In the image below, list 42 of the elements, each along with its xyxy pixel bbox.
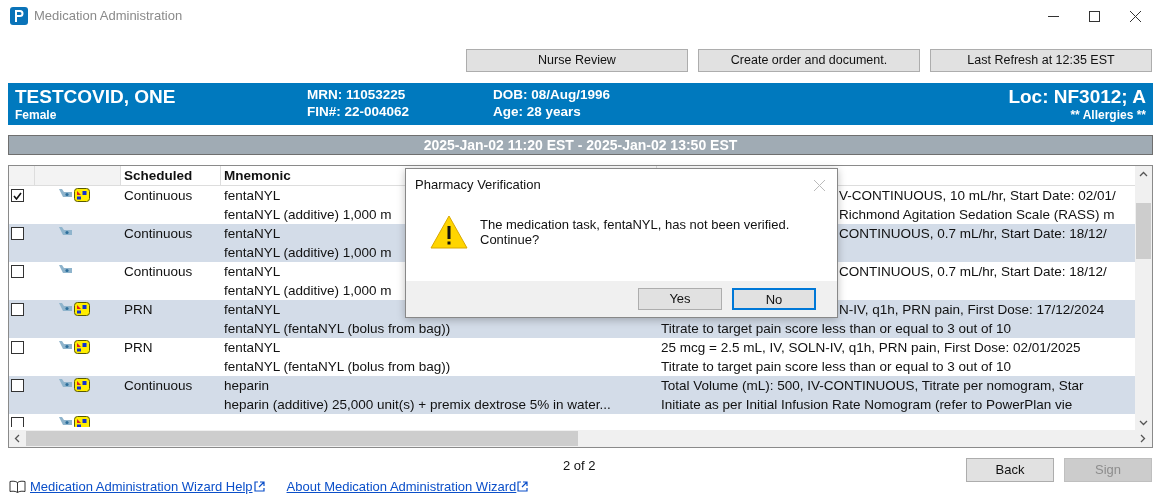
mnemonic-text: fentaNYL (224, 301, 281, 319)
schedule-cell: Continuous (124, 378, 193, 393)
patient-age: Age: 28 years (493, 103, 582, 120)
allergies-label: ** Allergies ** (1070, 108, 1146, 122)
patient-location: Loc: NF3012; A (1008, 86, 1146, 108)
patient-dob: DOB: 08/Aug/1996 (493, 86, 611, 103)
order-details-text: Total Volume (mL): 500, IV-CONTINUOUS, Titrate per nomogram, Star (661, 377, 1084, 395)
mnemonic-text: fentaNYL (224, 263, 281, 281)
mnemonic-text: fentaNYL (additive) 1,000 m (224, 282, 392, 300)
order-details-text: CONTINUOUS, 0.7 mL/hr, Start Date: 18/12/ (839, 263, 1107, 281)
mnemonic-text: fentaNYL (224, 187, 281, 205)
order-details-text: Titrate to target pain score less than or equal to 3 out of 10 (661, 320, 1011, 338)
dialog-message: The medication task, fentaNYL, has not been verified. (480, 217, 790, 232)
order-details-text: Richmond Agitation Sedation Scale (RASS) m (839, 206, 1115, 224)
mnemonic-text: heparin (224, 377, 270, 395)
order-details-text: N-IV, q1h, PRN pain, First Dose: 17/12/2024 (839, 301, 1105, 319)
mnemonic-text: fentaNYL (additive) 1,000 m (224, 206, 392, 224)
schedule-cell: Continuous (124, 264, 193, 279)
patient-name: TESTCOVID, ONE (15, 86, 177, 108)
schedule-cell: PRN (124, 340, 153, 355)
dialog-message: Continue? (480, 232, 541, 247)
order-details-text: 25 mcg = 2.5 mL, IV, SOLN-IV, q1h, PRN pain, First Dose: 02/01/2025 (661, 339, 1081, 357)
schedule-cell: Continuous (124, 226, 193, 241)
order-details-text: V-CONTINUOUS, 10 mL/hr, Start Date: 02/01/ (839, 187, 1116, 205)
mnemonic-text: fentaNYL (224, 339, 281, 357)
schedule-cell: PRN (124, 302, 153, 317)
patient-sex: Female (15, 108, 58, 122)
window-title: Medication Administration (34, 7, 183, 26)
patient-fin: FIN#: 22-004062 (307, 103, 411, 120)
page-indicator: 2 of 2 (563, 457, 596, 475)
order-details-text: CONTINUOUS, 0.7 mL/hr, Start Date: 18/12/ (839, 225, 1107, 243)
time-range-bar: 2025-Jan-02 11:20 EST - 2025-Jan-02 13:50 EST (8, 135, 1153, 155)
mnemonic-text: fentaNYL (fentaNYL (bolus from bag)) (224, 358, 451, 376)
dialog-title: Pharmacy Verification (415, 176, 541, 195)
mnemonic-text: fentaNYL (224, 225, 281, 243)
patient-mrn: MRN: 11053225 (307, 86, 407, 103)
schedule-cell: Continuous (124, 188, 193, 203)
order-details-text: Titrate to target pain score less than or equal to 3 out of 10 (661, 358, 1011, 376)
mnemonic-text: fentaNYL (fentaNYL (bolus from bag)) (224, 320, 451, 338)
mnemonic-text: fentaNYL (additive) 1,000 m (224, 244, 392, 262)
order-details-text: Initiate as per Initial Infusion Rate Nomogram (refer to PowerPlan vie (661, 396, 1073, 414)
mnemonic-text: heparin (additive) 25,000 unit(s) + premix dextrose 5% in water... (224, 396, 611, 414)
